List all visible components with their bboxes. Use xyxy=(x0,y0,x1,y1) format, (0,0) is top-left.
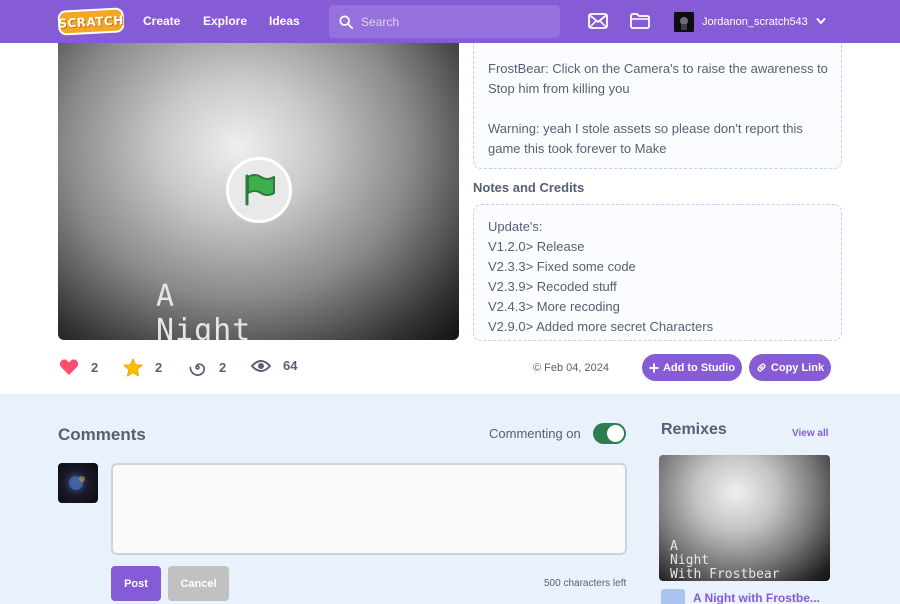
nav-link-create[interactable]: Create xyxy=(143,14,180,28)
search-input[interactable] xyxy=(361,14,551,29)
avatar-image-icon xyxy=(674,12,694,32)
nav-link-ideas[interactable]: Ideas xyxy=(269,14,300,28)
notes-box: Update's: V1.2.0> Release V2.3.3> Fixed … xyxy=(473,204,842,341)
my-stuff-folder-icon[interactable] xyxy=(630,12,650,30)
description-paragraph-1: FrostBear: Click on the Camera's to rais… xyxy=(488,61,828,96)
commenting-toggle[interactable] xyxy=(593,423,626,444)
notes-heading: Notes and Credits xyxy=(473,180,585,195)
plus-icon xyxy=(649,363,659,372)
share-date: © Feb 04, 2024 xyxy=(533,362,609,374)
remix-spiral-icon xyxy=(189,363,206,376)
add-to-studio-label: Add to Studio xyxy=(662,361,736,374)
description-paragraph-2: Warning: yeah I stole assets so please d… xyxy=(488,121,803,156)
comments-heading: Comments xyxy=(58,425,146,444)
logo-text: SCRATCH xyxy=(57,12,125,31)
love-stat[interactable]: 2 xyxy=(59,358,98,376)
remix-author-avatar[interactable] xyxy=(661,589,685,604)
project-description-box: FrostBear: Click on the Camera's to rais… xyxy=(473,43,842,169)
notes-line: V2.9.0> Added more secret Characters xyxy=(488,319,714,334)
navbar: SCRATCH Create Explore Ideas Jordanon_sc… xyxy=(0,0,900,43)
messages-icon[interactable] xyxy=(588,12,608,30)
notes-line: V2.4.3> More recoding xyxy=(488,299,620,314)
notes-line: V1.2.0> Release xyxy=(488,239,585,254)
love-count: 2 xyxy=(91,359,99,375)
nav-link-explore[interactable]: Explore xyxy=(203,14,247,28)
scratch-logo[interactable]: SCRATCH xyxy=(57,7,125,36)
view-all-remixes-link[interactable]: View all xyxy=(792,428,829,439)
notes-line: V2.3.9> Recoded stuff xyxy=(488,279,617,294)
remix-count: 2 xyxy=(219,360,227,375)
copy-link-label: Copy Link xyxy=(770,361,825,374)
favorite-count: 2 xyxy=(155,360,163,375)
characters-left: 500 characters left xyxy=(544,578,627,589)
account-avatar[interactable] xyxy=(674,12,694,32)
search-icon xyxy=(339,14,353,29)
avatar-image-icon xyxy=(69,476,85,490)
remix-title-link[interactable]: A Night with Frostbe... xyxy=(693,591,830,604)
view-count: 64 xyxy=(283,358,298,373)
add-to-studio-button[interactable]: Add to Studio xyxy=(642,354,742,381)
heart-icon xyxy=(59,359,79,375)
comment-input[interactable] xyxy=(111,463,627,555)
favorite-stat[interactable]: 2 xyxy=(123,358,162,377)
account-username[interactable]: Jordanon_scratch543 xyxy=(702,16,808,28)
star-icon xyxy=(123,358,143,377)
link-icon xyxy=(757,363,766,372)
cancel-comment-button[interactable]: Cancel xyxy=(168,566,229,601)
eye-icon xyxy=(251,359,271,372)
remix-thumbnail[interactable]: A Night With Frostbear xyxy=(659,455,830,581)
views-stat: 64 xyxy=(251,358,297,373)
green-flag-icon xyxy=(245,174,275,206)
notes-line: V2.3.3> Fixed some code xyxy=(488,259,636,274)
post-comment-button[interactable]: Post xyxy=(111,566,161,601)
project-title-art: A Night With Frostbear xyxy=(156,279,252,341)
copy-link-button[interactable]: Copy Link xyxy=(749,354,831,381)
search-bar[interactable] xyxy=(329,5,560,38)
comment-user-avatar xyxy=(58,463,98,503)
toggle-knob xyxy=(607,425,624,442)
chevron-down-icon[interactable] xyxy=(816,16,826,26)
green-flag-button[interactable] xyxy=(226,157,292,223)
remixes-heading: Remixes xyxy=(661,421,727,438)
remix-stat: 2 xyxy=(188,358,226,377)
notes-line: Update's: xyxy=(488,219,543,234)
commenting-status-label: Commenting on xyxy=(489,426,581,441)
remix-title-art: A Night With Frostbear xyxy=(670,539,780,582)
